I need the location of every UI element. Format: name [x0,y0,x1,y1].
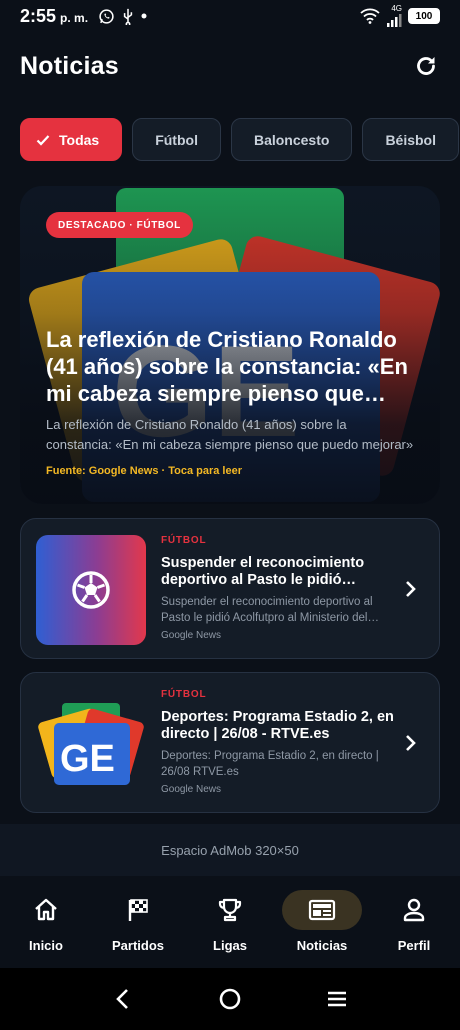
news-card[interactable]: GE FÚTBOL Deportes: Programa Estadio 2, … [20,672,440,813]
home-icon [35,898,57,921]
back-icon [116,989,129,1009]
system-navigation-bar [0,968,460,1030]
chip-baloncesto[interactable]: Baloncesto [230,118,353,161]
news-source: Google News [161,784,222,795]
battery-indicator: 100 [408,8,440,24]
status-time: 2:55 [20,5,57,26]
featured-title: La reflexión de Cristiano Ronaldo (41 añ… [46,327,408,406]
nav-label: Noticias [296,938,348,953]
person-icon [403,898,425,922]
chip-label: Fútbol [155,131,198,148]
featured-description: La reflexión de Cristiano Ronaldo (41 añ… [46,417,414,452]
featured-news-card[interactable]: GE DESTACADO · FÚTBOL La reflexión de Cr… [20,186,440,504]
notification-icons [98,8,147,25]
google-news-icon: GE [38,703,144,785]
nav-item-ligas[interactable]: Ligas [184,876,276,968]
google-news-logo-text: GE [60,738,115,780]
chip-label: Todas [59,131,100,148]
news-description: Deportes: Programa Estadio 2, en directo… [161,750,379,778]
news-thumbnail [36,535,146,645]
recents-button[interactable] [317,979,357,1019]
ad-label: Espacio AdMob 320×50 [161,842,299,858]
nav-icon-container [98,890,178,930]
chip-todas[interactable]: Todas [20,118,123,161]
news-body: FÚTBOL Suspender el reconocimiento depor… [161,535,401,641]
featured-source: Fuente: Google News · Toca para leer [46,465,243,477]
category-chips: Todas Fútbol Baloncesto Béisbol [20,118,460,162]
news-title: Deportes: Programa Estadio 2, en directo… [161,709,394,742]
menu-icon [327,991,346,1007]
chip-futbol[interactable]: Fútbol [132,118,221,161]
usb-icon [123,8,133,25]
chip-label: Béisbol [385,131,437,148]
refresh-icon [417,57,435,75]
page-title: Noticias [20,51,119,80]
featured-badge: DESTACADO · FÚTBOL [46,212,193,238]
bottom-navigation: Inicio Partidos Ligas Noticias Perfil [0,876,460,968]
nav-icon-container [282,890,362,930]
nav-icon-container [374,890,454,930]
news-category: FÚTBOL [161,689,207,700]
refresh-button[interactable] [412,52,440,80]
news-body: FÚTBOL Deportes: Programa Estadio 2, en … [161,689,401,795]
nav-label: Partidos [111,938,164,953]
nav-icon-container [190,890,270,930]
nav-item-partidos[interactable]: Partidos [92,876,184,968]
wifi-icon [360,8,380,24]
signal-icon [387,14,402,27]
status-right: 4G 100 [360,5,440,27]
nav-item-inicio[interactable]: Inicio [0,876,92,968]
nav-label: Ligas [213,938,247,953]
newspaper-icon [308,899,336,921]
header: Noticias [20,44,440,88]
nav-label: Inicio [29,938,63,953]
chip-label: Baloncesto [253,131,330,148]
chevron-right-icon [406,581,416,597]
check-icon [36,134,50,146]
nav-label: Perfil [397,938,431,953]
news-card[interactable]: FÚTBOL Suspender el reconocimiento depor… [20,518,440,659]
dot-icon [141,13,147,19]
news-description: Suspender el reconocimiento deportivo al… [161,596,373,624]
news-title: Suspender el reconocimiento deportivo al… [161,555,365,588]
ad-banner-placeholder: Espacio AdMob 320×50 [0,824,460,876]
nav-item-perfil[interactable]: Perfil [368,876,460,968]
home-circle-icon [219,988,241,1010]
whatsapp-icon [99,8,114,24]
checkered-flag-icon [128,899,148,921]
news-source: Google News [161,630,222,641]
home-system-button[interactable] [210,979,250,1019]
nav-item-noticias[interactable]: Noticias [276,876,368,968]
chevron-right-icon [406,735,416,751]
trophy-icon [218,898,242,922]
back-button[interactable] [103,979,143,1019]
network-type: 4G [391,4,402,13]
news-category: FÚTBOL [161,535,207,546]
status-ampm: p. m. [60,10,89,25]
status-bar: 2:55 p. m. 4G 100 [0,0,460,32]
soccer-ball-icon [72,571,110,609]
news-thumbnail: GE [36,689,146,799]
nav-icon-container [6,890,86,930]
chip-beisbol[interactable]: Béisbol [362,118,460,161]
